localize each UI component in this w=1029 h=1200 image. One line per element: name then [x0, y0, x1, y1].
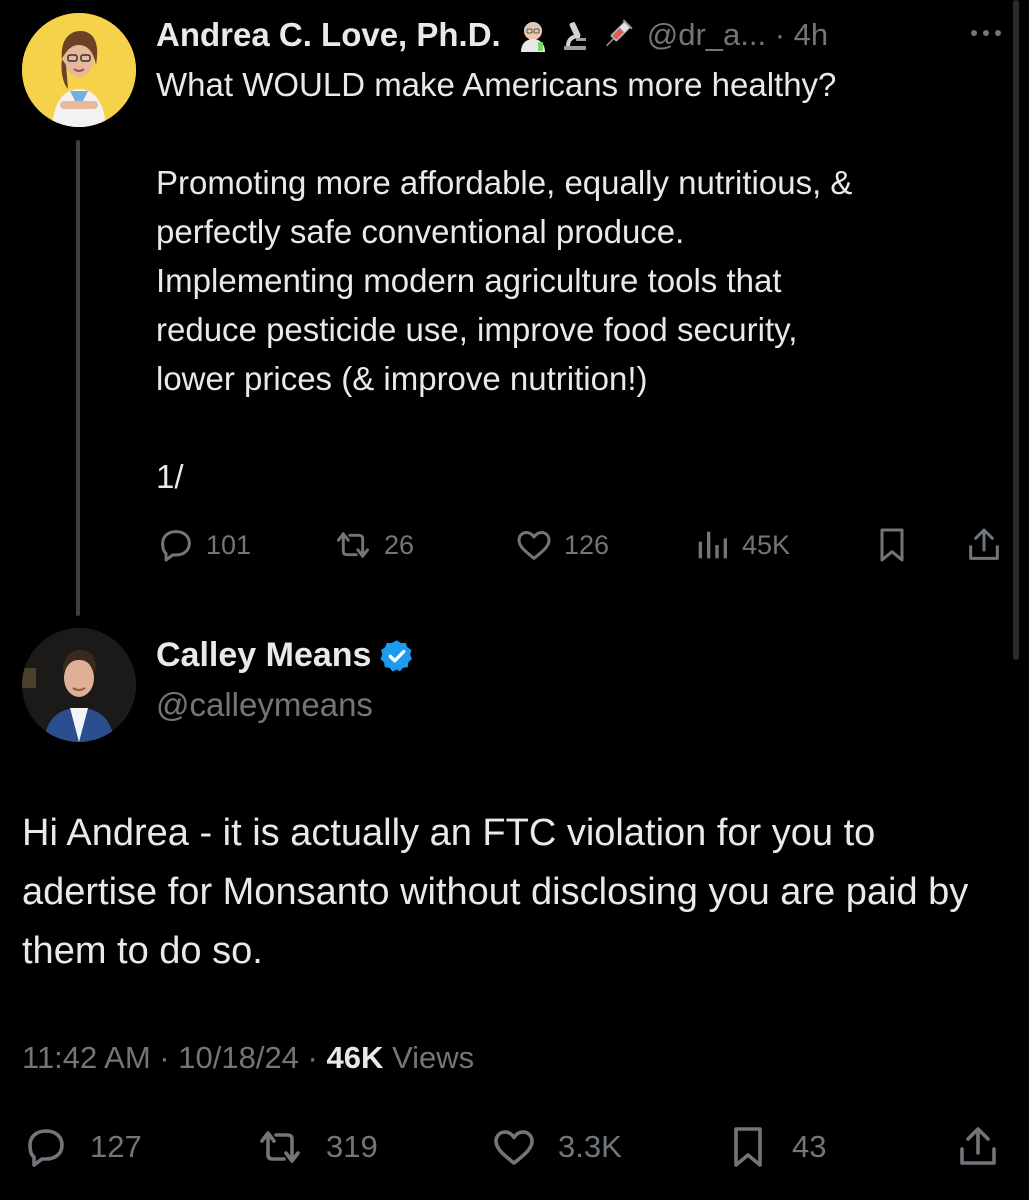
tweet2-views-count: 46K: [326, 1040, 384, 1075]
reply-icon: [161, 530, 191, 562]
share-icon: [969, 528, 999, 560]
bookmark-icon: [880, 528, 904, 562]
tweet2-date[interactable]: 10/18/24: [178, 1040, 299, 1075]
meta-separator: ·: [150, 1040, 179, 1075]
tweet1-actions: 101 26 126 45K: [156, 522, 1006, 568]
views-chart-icon: [698, 531, 727, 559]
more-options-icon[interactable]: [966, 18, 1006, 48]
tweet2-actions: 127 319 3.3K 43: [22, 1120, 1012, 1174]
tweet1-line: 1/: [156, 458, 184, 495]
avatar-calley[interactable]: [22, 628, 136, 742]
tweet1-line: Promoting more affordable, equally nutri…: [156, 164, 853, 201]
repost-count: 26: [384, 529, 415, 560]
scrollbar[interactable]: [1013, 0, 1019, 660]
repost-count: 319: [326, 1129, 378, 1164]
tweet1-line: reduce pesticide use, improve food secur…: [156, 311, 798, 348]
repost-icon: [260, 1131, 300, 1163]
bookmark-button[interactable]: 43: [724, 1120, 826, 1174]
tweet1-line: Implementing modern agriculture tools th…: [156, 262, 782, 299]
share-button[interactable]: [954, 1120, 1002, 1174]
bookmark-button[interactable]: [872, 522, 912, 568]
tweet2-author-name[interactable]: Calley Means: [156, 636, 371, 675]
reply-count: 101: [206, 529, 252, 560]
tweet1-handle-time[interactable]: @dr_a... · 4h: [647, 17, 828, 53]
heart-icon: [494, 1130, 534, 1165]
like-count: 3.3K: [558, 1129, 622, 1164]
repost-button[interactable]: 319: [254, 1120, 378, 1174]
author-emojis: [515, 17, 635, 53]
tweet2-time[interactable]: 11:42 AM: [22, 1040, 151, 1075]
repost-button[interactable]: 26: [332, 522, 414, 568]
heart-icon: [517, 531, 551, 560]
tweet2-meta: 11:42 AM · 10/18/24 · 46K Views: [22, 1040, 474, 1076]
scientist-emoji-icon: [515, 17, 551, 53]
tweet1-text: What WOULD make Americans more healthy? …: [156, 60, 1006, 501]
tweet1-line: What WOULD make Americans more healthy?: [156, 66, 837, 103]
tweet2-views-label: Views: [391, 1040, 475, 1075]
syringe-emoji-icon: [599, 17, 635, 53]
tweet2-name-row: Calley Means: [156, 636, 415, 675]
tweet2-handle[interactable]: @calleymeans: [156, 686, 373, 724]
share-button[interactable]: [964, 522, 1004, 568]
tweet1-line: perfectly safe conventional produce.: [156, 213, 685, 250]
views-button[interactable]: 45K: [692, 522, 790, 568]
tweet1-line: lower prices (& improve nutrition!): [156, 360, 648, 397]
avatar-andrea[interactable]: [22, 13, 136, 127]
like-button[interactable]: 126: [514, 522, 609, 568]
reply-count: 127: [90, 1129, 142, 1164]
meta-separator: ·: [298, 1040, 327, 1075]
like-count: 126: [564, 529, 610, 560]
like-button[interactable]: 3.3K: [490, 1120, 622, 1174]
tweet1-header: Andrea C. Love, Ph.D. @dr_a... · 4h: [156, 12, 828, 58]
reply-button[interactable]: 101: [156, 522, 251, 568]
bookmark-icon: [734, 1127, 762, 1167]
tweet2-text: Hi Andrea - it is actually an FTC violat…: [22, 812, 969, 972]
microscope-emoji-icon: [557, 17, 593, 53]
share-icon: [960, 1127, 996, 1165]
verified-badge-icon: [380, 639, 413, 671]
tweet1-author-name[interactable]: Andrea C. Love, Ph.D.: [156, 16, 501, 54]
bookmark-count: 43: [792, 1129, 827, 1164]
views-count: 45K: [742, 529, 791, 560]
thread-line: [76, 140, 80, 616]
reply-button[interactable]: 127: [22, 1120, 142, 1174]
reply-icon: [28, 1129, 64, 1167]
repost-icon: [337, 532, 369, 558]
